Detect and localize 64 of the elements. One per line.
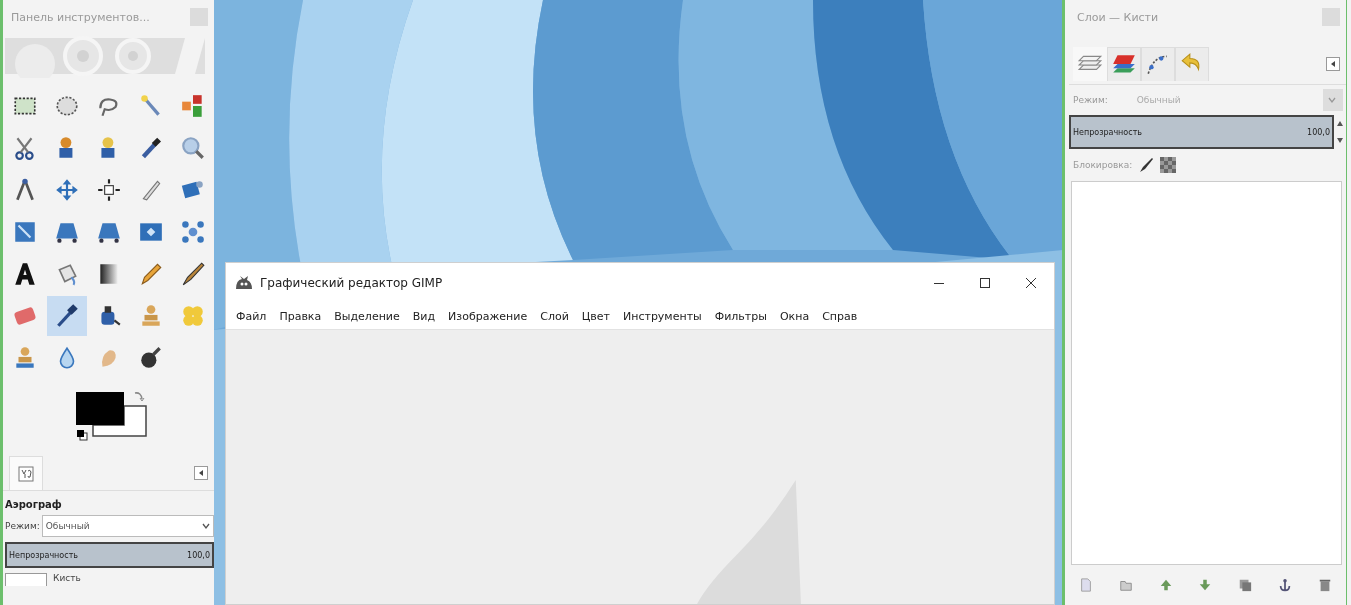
opacity-label: Непрозрачность <box>9 550 78 560</box>
anchor-icon[interactable] <box>1278 578 1293 592</box>
brush-icon[interactable] <box>1138 157 1155 173</box>
tool-options-icon <box>18 465 34 482</box>
letter-a-icon <box>12 261 38 287</box>
opacity-value: 100,0 <box>1307 127 1330 137</box>
nodes-icon <box>180 219 206 245</box>
swap-icon[interactable] <box>133 390 145 402</box>
checker-icon[interactable] <box>1160 157 1177 173</box>
panel-menu-button[interactable] <box>1326 57 1340 71</box>
mode-dropdown[interactable]: Обычный <box>41 515 214 537</box>
menu-item[interactable]: Окна <box>779 309 810 323</box>
menu-item[interactable]: Цвет <box>581 309 610 323</box>
menu-item[interactable]: Вид <box>412 309 436 323</box>
tool-options-tab[interactable] <box>9 456 43 490</box>
down-arrow-icon[interactable] <box>1198 578 1213 592</box>
maximize-icon <box>979 277 991 289</box>
trash-icon[interactable] <box>1317 578 1332 592</box>
menu-item[interactable]: Файл <box>236 309 267 323</box>
airbrush-icon <box>54 303 80 329</box>
pencil-icon <box>138 261 164 287</box>
dock-tab[interactable] <box>1073 47 1107 81</box>
mode-label: Режим: <box>5 521 40 531</box>
round-tool-icon <box>138 345 164 371</box>
menu-item[interactable]: Фильтры <box>714 309 767 323</box>
app-icon <box>234 275 254 291</box>
close-icon <box>1025 277 1037 289</box>
up-arrow-icon[interactable] <box>1158 578 1173 592</box>
brush-label: Кисть <box>53 573 81 583</box>
menu-item[interactable]: Выделение <box>334 309 400 323</box>
blob-icon <box>180 303 206 329</box>
opacity-label: Непрозрачность <box>1073 127 1142 137</box>
menu-item[interactable]: Правка <box>279 309 322 323</box>
background-color-swatch[interactable] <box>92 405 147 437</box>
folder-icon[interactable] <box>1118 578 1133 592</box>
tool-button[interactable] <box>47 296 87 336</box>
duplicate-icon[interactable] <box>1238 578 1253 592</box>
crosshair-icon <box>96 177 122 203</box>
brush-icon <box>180 261 206 287</box>
menu-item[interactable]: Справ <box>822 309 858 323</box>
move-icon <box>54 177 80 203</box>
panel-title: Панель инструментов... <box>11 10 151 24</box>
opacity-slider[interactable]: Непрозрачность 100,0 <box>5 542 214 568</box>
dock-tab[interactable] <box>1107 47 1141 81</box>
menu-item[interactable]: Изображение <box>448 309 528 323</box>
panel-title: Слои — Кисти <box>1077 10 1160 24</box>
chevron-icon <box>1327 95 1337 105</box>
reset-colors-icon[interactable] <box>76 429 88 441</box>
dock-tab[interactable] <box>1141 47 1175 81</box>
opacity-value: 100,0 <box>187 550 210 560</box>
mode-label: Режим: <box>1073 95 1108 105</box>
chevron-icon <box>201 521 211 531</box>
menu-item[interactable]: Инструменты <box>623 309 702 323</box>
dock-tab[interactable] <box>1175 47 1209 81</box>
magnifier-icon <box>180 135 206 161</box>
foreground-color-swatch[interactable] <box>76 392 124 425</box>
panel-menu-button[interactable] <box>194 466 208 480</box>
brush-preview[interactable] <box>5 573 47 586</box>
lock-label: Блокировка: <box>1073 160 1133 170</box>
opacity-slider[interactable]: Непрозрачность 100,0 <box>1069 115 1334 149</box>
menu-item[interactable]: Слой <box>540 309 569 323</box>
tool-name: Аэрограф <box>5 499 63 510</box>
window-title: Графический редактор GIMP <box>260 276 444 290</box>
crop-icon <box>12 219 38 245</box>
